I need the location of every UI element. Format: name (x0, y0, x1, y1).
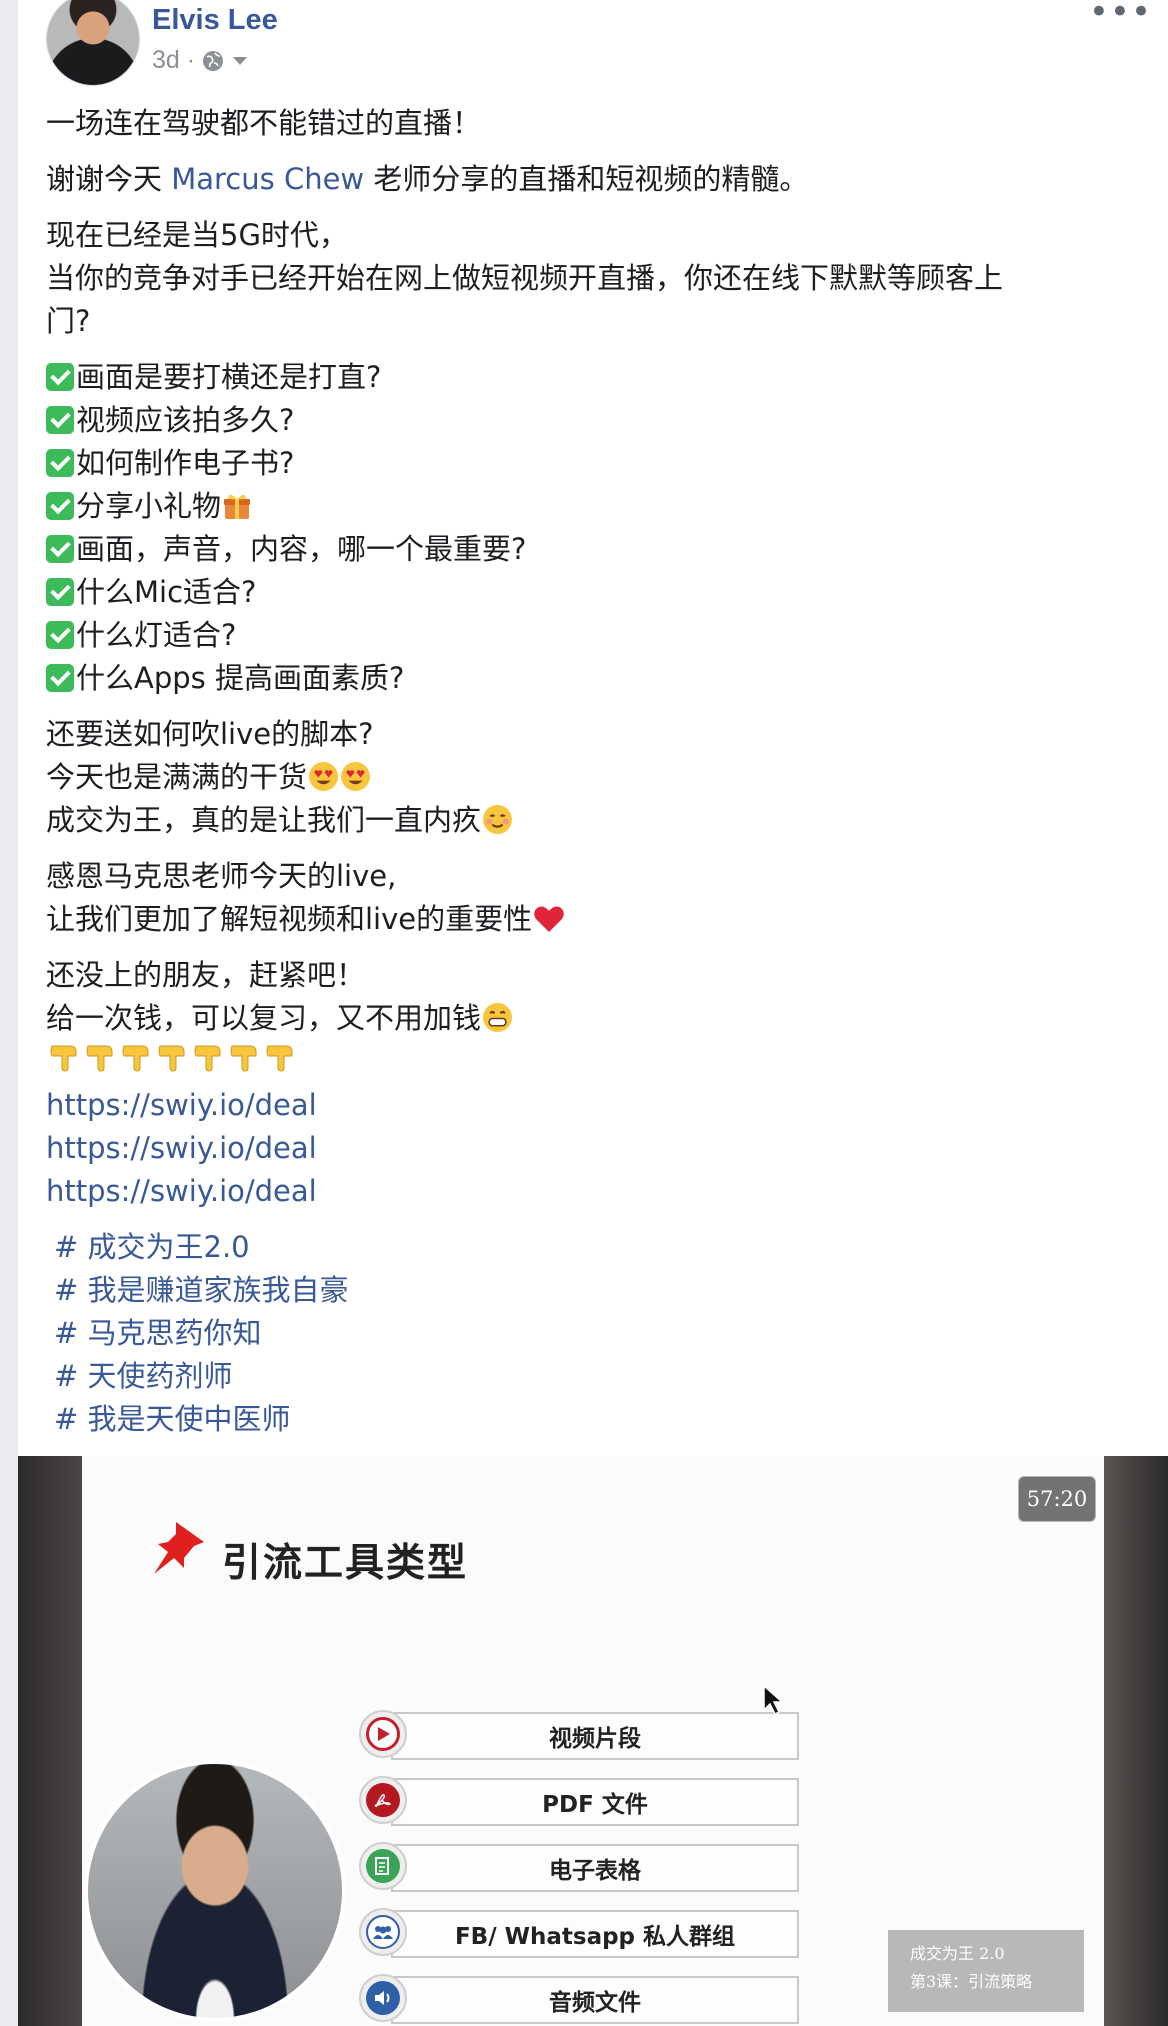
check-icon (46, 406, 74, 434)
hashtag-link[interactable]: # 天使药剂师 (46, 1355, 1136, 1398)
text-line: 今天也是满满的干货 (46, 756, 1136, 799)
check-icon (46, 578, 74, 606)
text-line: 给一次钱，可以复习，又不用加钱 (46, 997, 1136, 1040)
text-line: 感恩马克思老师今天的live, (46, 859, 397, 893)
slide-item-video: 视频片段 (359, 1710, 799, 1762)
check-icon (46, 363, 74, 391)
hashtag-link[interactable]: # 我是天使中医师 (46, 1398, 1136, 1441)
checklist-item: 什么Mic适合? (46, 571, 1136, 614)
video-letterbox-right (1104, 1456, 1168, 2026)
checklist-item: 画面，声音，内容，哪一个最重要? (46, 528, 1136, 571)
hashtag-list: # 成交为王2.0 # 我是赚道家族我自豪 # 马克思药你知 # 天使药剂师 #… (46, 1226, 1136, 1441)
hashtag-link[interactable]: # 成交为王2.0 (46, 1226, 1136, 1269)
heart-eyes-emoji-icon (341, 762, 370, 791)
author-avatar[interactable] (46, 0, 140, 86)
play-circle-icon (359, 1710, 407, 1758)
text-line: 还要送如何吹live的脚本? (46, 717, 374, 751)
pointing-down-icon (230, 1045, 257, 1072)
text-line: 一场连在驾驶都不能错过的直播！ (46, 106, 482, 140)
speaker-icon (359, 1974, 407, 2022)
pointing-down-icon (194, 1045, 221, 1072)
hashtag-link[interactable]: # 马克思药你知 (46, 1312, 1136, 1355)
more-options-button[interactable]: ••• (1089, 0, 1152, 29)
mention-link[interactable]: Marcus Chew (171, 162, 364, 196)
text-line: 让我们更加了解短视频和live的重要性 (46, 898, 1136, 941)
slide-title: 引流工具类型 (222, 1541, 469, 1586)
slide-item-spreadsheet: 电子表格 (359, 1842, 799, 1894)
pointing-down-icon (86, 1045, 113, 1072)
mouse-cursor-icon (763, 1684, 784, 1716)
red-heart-icon (534, 906, 564, 932)
text-line: 谢谢今天 Marcus Chew 老师分享的直播和短视频的精髓。 (46, 162, 809, 196)
post-timestamp[interactable]: 3d · (152, 46, 195, 75)
check-icon (46, 621, 74, 649)
text-line: 成交为王，真的是让我们一直内疚 (46, 799, 1136, 842)
presenter-webcam (84, 1760, 346, 2022)
video-letterbox-left (18, 1456, 82, 2026)
deal-link[interactable]: https://swiy.io/deal (46, 1084, 1136, 1127)
video-player[interactable]: 引流工具类型 视频片段 PDF 文件 电子表格 FB/ Whatsapp 私人群… (18, 1456, 1168, 2026)
text-line: 现在已经是当5G时代， (46, 218, 348, 252)
checklist-item: 如何制作电子书? (46, 442, 1136, 485)
gift-icon (224, 494, 251, 519)
check-icon (46, 449, 74, 477)
slide-item-pdf: PDF 文件 (359, 1776, 799, 1828)
deal-link[interactable]: https://swiy.io/deal (46, 1170, 1136, 1213)
group-icon (359, 1908, 407, 1956)
pointing-down-icon (122, 1045, 149, 1072)
slide-item-audio: 音频文件 (359, 1974, 799, 2026)
post-card: Elvis Lee 3d · ••• 一场连在驾驶都不能错过的直播！ 谢谢今天 … (18, 0, 1168, 2026)
grinning-emoji-icon (483, 1003, 512, 1032)
checklist-item: 画面是要打横还是打直? (46, 356, 1136, 399)
hashtag-link[interactable]: # 我是赚道家族我自豪 (46, 1269, 1136, 1312)
globe-icon (203, 50, 224, 71)
checklist-item: 什么灯适合? (46, 614, 1136, 657)
checklist-item: 视频应该拍多久? (46, 399, 1136, 442)
text-line: 门? (46, 304, 91, 338)
slide-item-group: FB/ Whatsapp 私人群组 (359, 1908, 799, 1960)
pointing-down-icon (266, 1045, 293, 1072)
text-line: 还没上的朋友，赶紧吧！ (46, 958, 366, 992)
check-icon (46, 492, 74, 520)
text-line: 当你的竞争对手已经开始在网上做短视频开直播，你还在线下默默等顾客上 (46, 261, 1004, 295)
pdf-icon (359, 1776, 407, 1824)
checklist-item: 什么Apps 提高画面素质? (46, 657, 1136, 700)
video-watermark-caption: 成交为王 2.0 第3课：引流策略 (888, 1930, 1084, 2012)
spreadsheet-icon (359, 1842, 407, 1890)
pointing-down-row (46, 1040, 1136, 1084)
post-meta: 3d · (152, 46, 249, 75)
video-time-remaining: 57:20 (1018, 1476, 1096, 1522)
heart-eyes-emoji-icon (309, 762, 338, 791)
check-icon (46, 535, 74, 563)
check-icon (46, 664, 74, 692)
checklist-item: 分享小礼物 (46, 485, 1136, 528)
post-text: 一场连在驾驶都不能错过的直播！ 谢谢今天 Marcus Chew 老师分享的直播… (46, 102, 1136, 1454)
smiling-blush-emoji-icon (483, 805, 512, 834)
pushpin-icon (154, 1522, 204, 1574)
author-name[interactable]: Elvis Lee (152, 4, 278, 37)
checklist: 画面是要打横还是打直? 视频应该拍多久? 如何制作电子书? 分享小礼物 画面，声… (46, 356, 1136, 700)
pointing-down-icon (50, 1045, 77, 1072)
audience-dropdown-icon[interactable] (231, 55, 249, 67)
pointing-down-icon (158, 1045, 185, 1072)
deal-link[interactable]: https://swiy.io/deal (46, 1127, 1136, 1170)
